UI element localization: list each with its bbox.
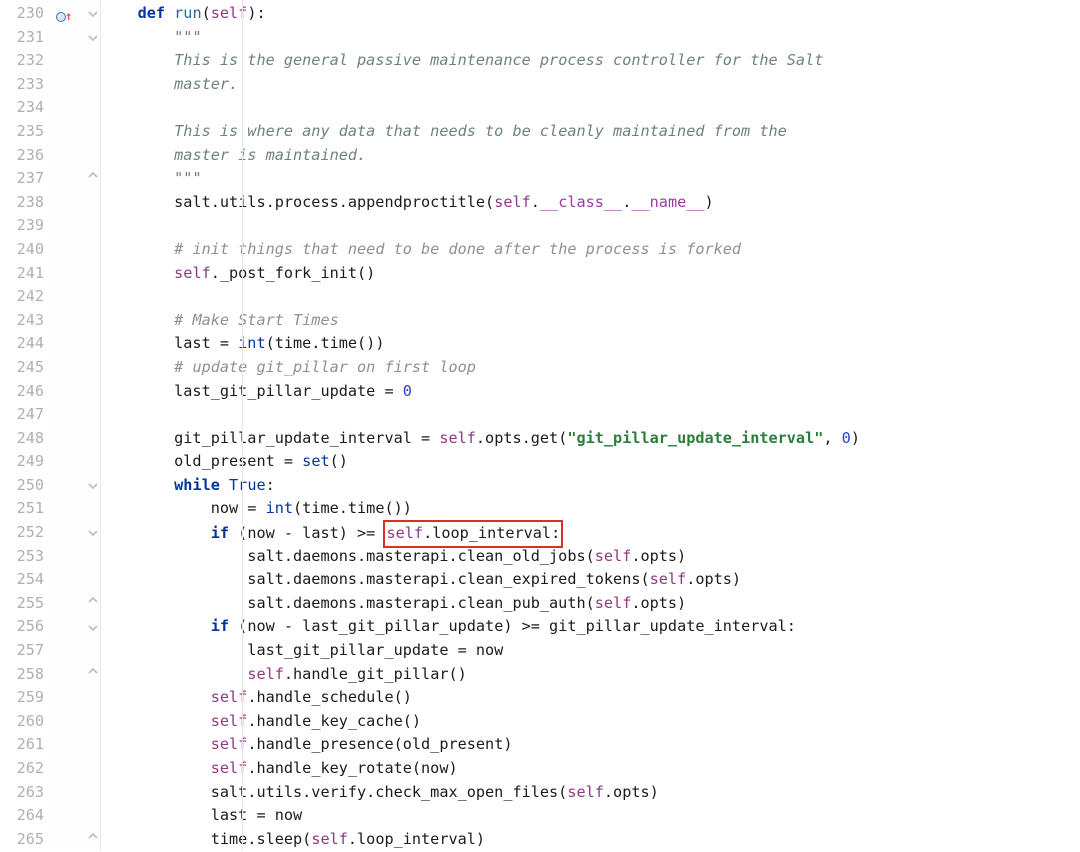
fold-open-icon[interactable] <box>88 31 98 41</box>
code-line[interactable]: salt.utils.verify.check_max_open_files(s… <box>101 781 1080 805</box>
line-number[interactable]: 257 <box>0 639 50 663</box>
code-line[interactable] <box>101 403 1080 427</box>
code-line[interactable]: # update git_pillar on first loop <box>101 356 1080 380</box>
highlight-box: self.loop_interval: <box>383 520 563 548</box>
line-number[interactable]: 239 <box>0 214 50 238</box>
line-number[interactable]: 265 <box>0 828 50 852</box>
line-number[interactable]: 246 <box>0 380 50 404</box>
override-marker-icon[interactable]: ↑ <box>56 5 72 29</box>
fold-open-icon[interactable] <box>88 621 98 631</box>
code-line[interactable]: last_git_pillar_update = 0 <box>101 380 1080 404</box>
line-number[interactable]: 232 <box>0 49 50 73</box>
gutter-marks-column: ↑ <box>50 0 101 851</box>
line-number[interactable]: 253 <box>0 545 50 569</box>
line-number[interactable]: 230 <box>0 2 50 26</box>
line-number[interactable]: 237 <box>0 167 50 191</box>
line-number[interactable]: 251 <box>0 497 50 521</box>
code-line[interactable]: self.handle_schedule() <box>101 686 1080 710</box>
code-line[interactable]: self.handle_key_cache() <box>101 710 1080 734</box>
line-number[interactable]: 258 <box>0 663 50 687</box>
fold-open-icon[interactable] <box>88 479 98 489</box>
code-line[interactable]: master. <box>101 73 1080 97</box>
fold-close-icon[interactable] <box>88 597 98 607</box>
line-number[interactable]: 240 <box>0 238 50 262</box>
code-line[interactable]: This is the general passive maintenance … <box>101 49 1080 73</box>
line-number[interactable]: 259 <box>0 686 50 710</box>
code-line[interactable]: if (now - last) >= self.loop_interval: <box>101 521 1080 545</box>
fold-open-icon[interactable] <box>88 526 98 536</box>
fold-open-icon[interactable] <box>88 7 98 17</box>
line-number[interactable]: 262 <box>0 757 50 781</box>
line-number[interactable]: 231 <box>0 26 50 50</box>
line-number[interactable]: 256 <box>0 615 50 639</box>
line-number[interactable]: 245 <box>0 356 50 380</box>
line-number-gutter[interactable]: 2302312322332342352362372382392402412422… <box>0 0 50 851</box>
line-number[interactable]: 254 <box>0 568 50 592</box>
indent-guide <box>242 0 243 850</box>
code-line[interactable]: git_pillar_update_interval = self.opts.g… <box>101 427 1080 451</box>
code-line[interactable]: last = now <box>101 804 1080 828</box>
line-number[interactable]: 263 <box>0 781 50 805</box>
line-number[interactable]: 234 <box>0 96 50 120</box>
code-line[interactable]: self.handle_presence(old_present) <box>101 733 1080 757</box>
fold-close-icon[interactable] <box>88 833 98 843</box>
line-number[interactable]: 244 <box>0 332 50 356</box>
code-line[interactable] <box>101 96 1080 120</box>
code-line[interactable]: """ <box>101 167 1080 191</box>
code-line[interactable]: self._post_fork_init() <box>101 262 1080 286</box>
code-line[interactable]: time.sleep(self.loop_interval) <box>101 828 1080 852</box>
code-line[interactable]: salt.utils.process.appendproctitle(self.… <box>101 191 1080 215</box>
code-line[interactable]: last_git_pillar_update = now <box>101 639 1080 663</box>
code-editor[interactable]: def run(self): """ This is the general p… <box>101 0 1080 851</box>
code-line[interactable]: master is maintained. <box>101 144 1080 168</box>
code-line[interactable]: """ <box>101 26 1080 50</box>
line-number[interactable]: 255 <box>0 592 50 616</box>
code-line[interactable]: def run(self): <box>101 2 1080 26</box>
line-number[interactable]: 241 <box>0 262 50 286</box>
line-number[interactable]: 243 <box>0 309 50 333</box>
code-line[interactable]: self.handle_key_rotate(now) <box>101 757 1080 781</box>
fold-close-icon[interactable] <box>88 172 98 182</box>
fold-close-icon[interactable] <box>88 668 98 678</box>
line-number[interactable]: 249 <box>0 450 50 474</box>
line-number[interactable]: 260 <box>0 710 50 734</box>
line-number[interactable]: 238 <box>0 191 50 215</box>
code-line[interactable]: salt.daemons.masterapi.clean_pub_auth(se… <box>101 592 1080 616</box>
line-number[interactable]: 242 <box>0 285 50 309</box>
code-line[interactable]: old_present = set() <box>101 450 1080 474</box>
code-line[interactable]: now = int(time.time()) <box>101 497 1080 521</box>
code-line[interactable]: salt.daemons.masterapi.clean_old_jobs(se… <box>101 545 1080 569</box>
line-number[interactable]: 247 <box>0 403 50 427</box>
code-line[interactable] <box>101 214 1080 238</box>
code-line[interactable]: if (now - last_git_pillar_update) >= git… <box>101 615 1080 639</box>
line-number[interactable]: 233 <box>0 73 50 97</box>
line-number[interactable]: 248 <box>0 427 50 451</box>
line-number[interactable]: 261 <box>0 733 50 757</box>
line-number[interactable]: 235 <box>0 120 50 144</box>
code-line[interactable]: salt.daemons.masterapi.clean_expired_tok… <box>101 568 1080 592</box>
line-number[interactable]: 250 <box>0 474 50 498</box>
line-number[interactable]: 236 <box>0 144 50 168</box>
code-line[interactable]: while True: <box>101 474 1080 498</box>
code-line[interactable]: # init things that need to be done after… <box>101 238 1080 262</box>
code-line[interactable]: # Make Start Times <box>101 309 1080 333</box>
line-number[interactable]: 252 <box>0 521 50 545</box>
code-line[interactable] <box>101 285 1080 309</box>
code-line[interactable]: last = int(time.time()) <box>101 332 1080 356</box>
line-number[interactable]: 264 <box>0 804 50 828</box>
code-line[interactable]: self.handle_git_pillar() <box>101 663 1080 687</box>
code-line[interactable]: This is where any data that needs to be … <box>101 120 1080 144</box>
